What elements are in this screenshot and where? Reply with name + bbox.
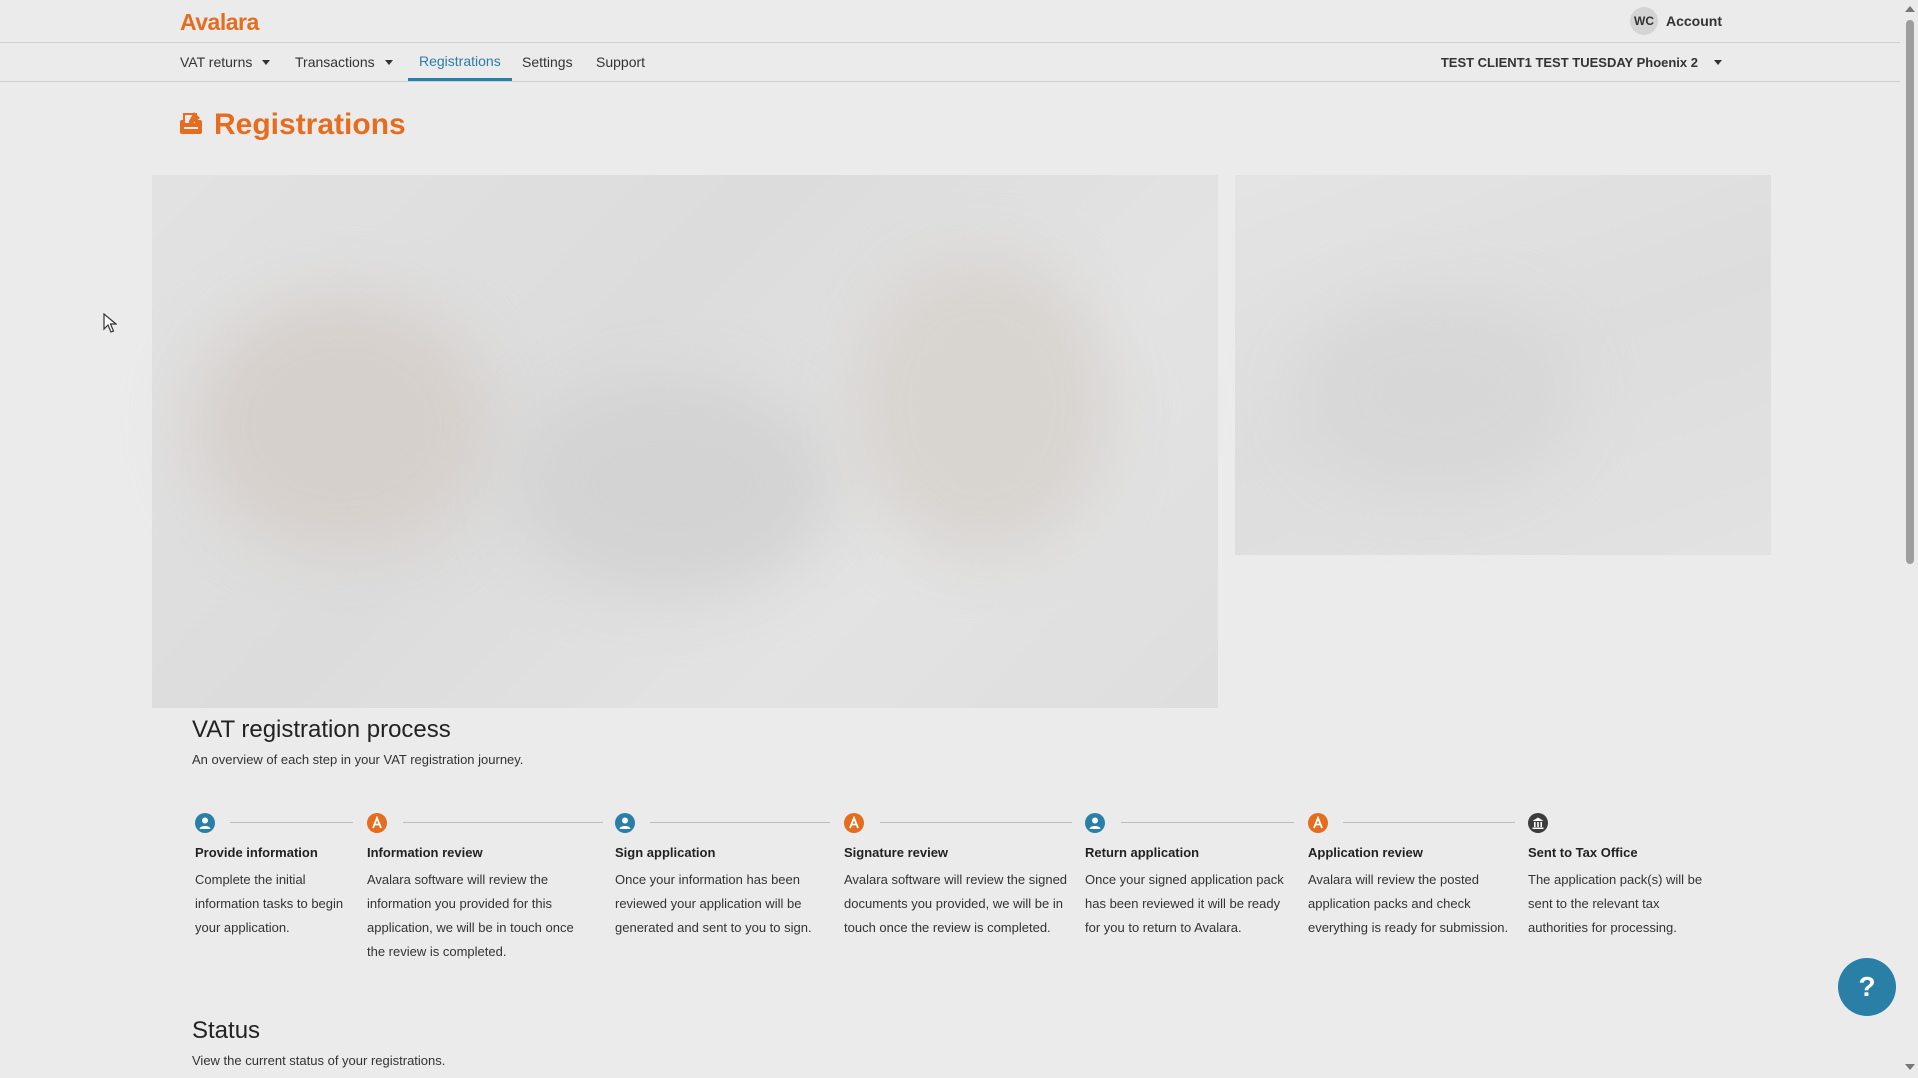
account-label[interactable]: Account xyxy=(1666,13,1722,29)
process-step: Return application Once your signed appl… xyxy=(1085,813,1295,940)
person-icon xyxy=(195,813,215,833)
step-title: Return application xyxy=(1085,845,1200,860)
blurred-side-panel xyxy=(1235,175,1771,555)
client-selector-label[interactable]: TEST CLIENT1 TEST TUESDAY Phoenix 2 xyxy=(1441,55,1698,70)
process-step: Application review Avalara will review t… xyxy=(1308,813,1523,940)
step-title: Sign application xyxy=(615,845,716,860)
step-description: Complete the initial information tasks t… xyxy=(195,872,344,935)
avalara-logo[interactable]: Avalara xyxy=(180,9,259,36)
step-title: Provide information xyxy=(195,845,318,860)
nav-support[interactable]: Support xyxy=(596,43,645,81)
registration-icon xyxy=(178,110,204,141)
step-title: Signature review xyxy=(844,845,949,860)
nav-support-label[interactable]: Support xyxy=(596,54,645,70)
help-button[interactable]: ? xyxy=(1838,958,1896,1016)
step-description: Once your information has been reviewed … xyxy=(615,872,812,935)
step-title: Application review xyxy=(1308,845,1423,860)
page-title-text: Registrations xyxy=(214,108,406,141)
chevron-down-icon[interactable] xyxy=(384,59,393,65)
tax-office-icon xyxy=(1528,813,1548,833)
step-description: Avalara software will review the signed … xyxy=(844,872,1068,935)
step-description: Avalara will review the posted applicati… xyxy=(1308,872,1509,935)
person-icon xyxy=(615,813,635,833)
person-icon xyxy=(1085,813,1105,833)
nav-registrations-label[interactable]: Registrations xyxy=(419,53,501,69)
avalara-icon xyxy=(367,813,387,833)
mouse-cursor-icon xyxy=(103,312,118,338)
scroll-down-arrow-icon[interactable] xyxy=(1905,1064,1915,1070)
nav-transactions[interactable]: Transactions xyxy=(295,43,393,81)
blurred-content-panel xyxy=(152,175,1218,708)
process-step: Provide information Complete the initial… xyxy=(195,813,345,940)
nav-registrations[interactable]: Registrations xyxy=(408,43,512,81)
client-selector[interactable]: TEST CLIENT1 TEST TUESDAY Phoenix 2 xyxy=(1441,43,1722,81)
nav-vat-returns-label[interactable]: VAT returns xyxy=(180,54,252,70)
step-title: Sent to Tax Office xyxy=(1528,845,1638,860)
process-title: VAT registration process xyxy=(192,716,451,743)
nav-vat-returns[interactable]: VAT returns xyxy=(180,43,271,81)
main-nav: VAT returns Transactions Registrations S… xyxy=(0,43,1900,82)
nav-settings[interactable]: Settings xyxy=(522,43,573,81)
status-subtitle: View the current status of your registra… xyxy=(192,1053,446,1068)
avatar[interactable]: WC xyxy=(1630,7,1658,35)
process-step: Sent to Tax Office The application pack(… xyxy=(1528,813,1718,940)
scrollbar-thumb[interactable] xyxy=(1906,20,1914,564)
step-description: The application pack(s) will be sent to … xyxy=(1528,872,1703,935)
process-step: Signature review Avalara software will r… xyxy=(844,813,1074,940)
chevron-down-icon[interactable] xyxy=(262,59,271,65)
process-subtitle: An overview of each step in your VAT reg… xyxy=(192,752,524,767)
top-bar: Avalara WC Account xyxy=(0,0,1900,43)
process-step: Information review Avalara software will… xyxy=(367,813,592,964)
chevron-down-icon[interactable] xyxy=(1714,59,1722,65)
avalara-icon xyxy=(1308,813,1328,833)
avalara-icon xyxy=(844,813,864,833)
status-title: Status xyxy=(192,1017,261,1044)
process-step: Sign application Once your information h… xyxy=(615,813,825,940)
account-menu[interactable]: WC Account xyxy=(1630,7,1722,35)
page-scrollbar[interactable] xyxy=(1900,0,1918,1078)
step-title: Information review xyxy=(367,845,483,860)
page-title: Registrations xyxy=(178,108,406,142)
step-description: Once your signed application pack has be… xyxy=(1085,872,1284,935)
nav-settings-label[interactable]: Settings xyxy=(522,54,573,70)
scroll-up-arrow-icon[interactable] xyxy=(1905,6,1915,12)
nav-transactions-label[interactable]: Transactions xyxy=(295,54,375,70)
step-description: Avalara software will review the informa… xyxy=(367,872,574,959)
